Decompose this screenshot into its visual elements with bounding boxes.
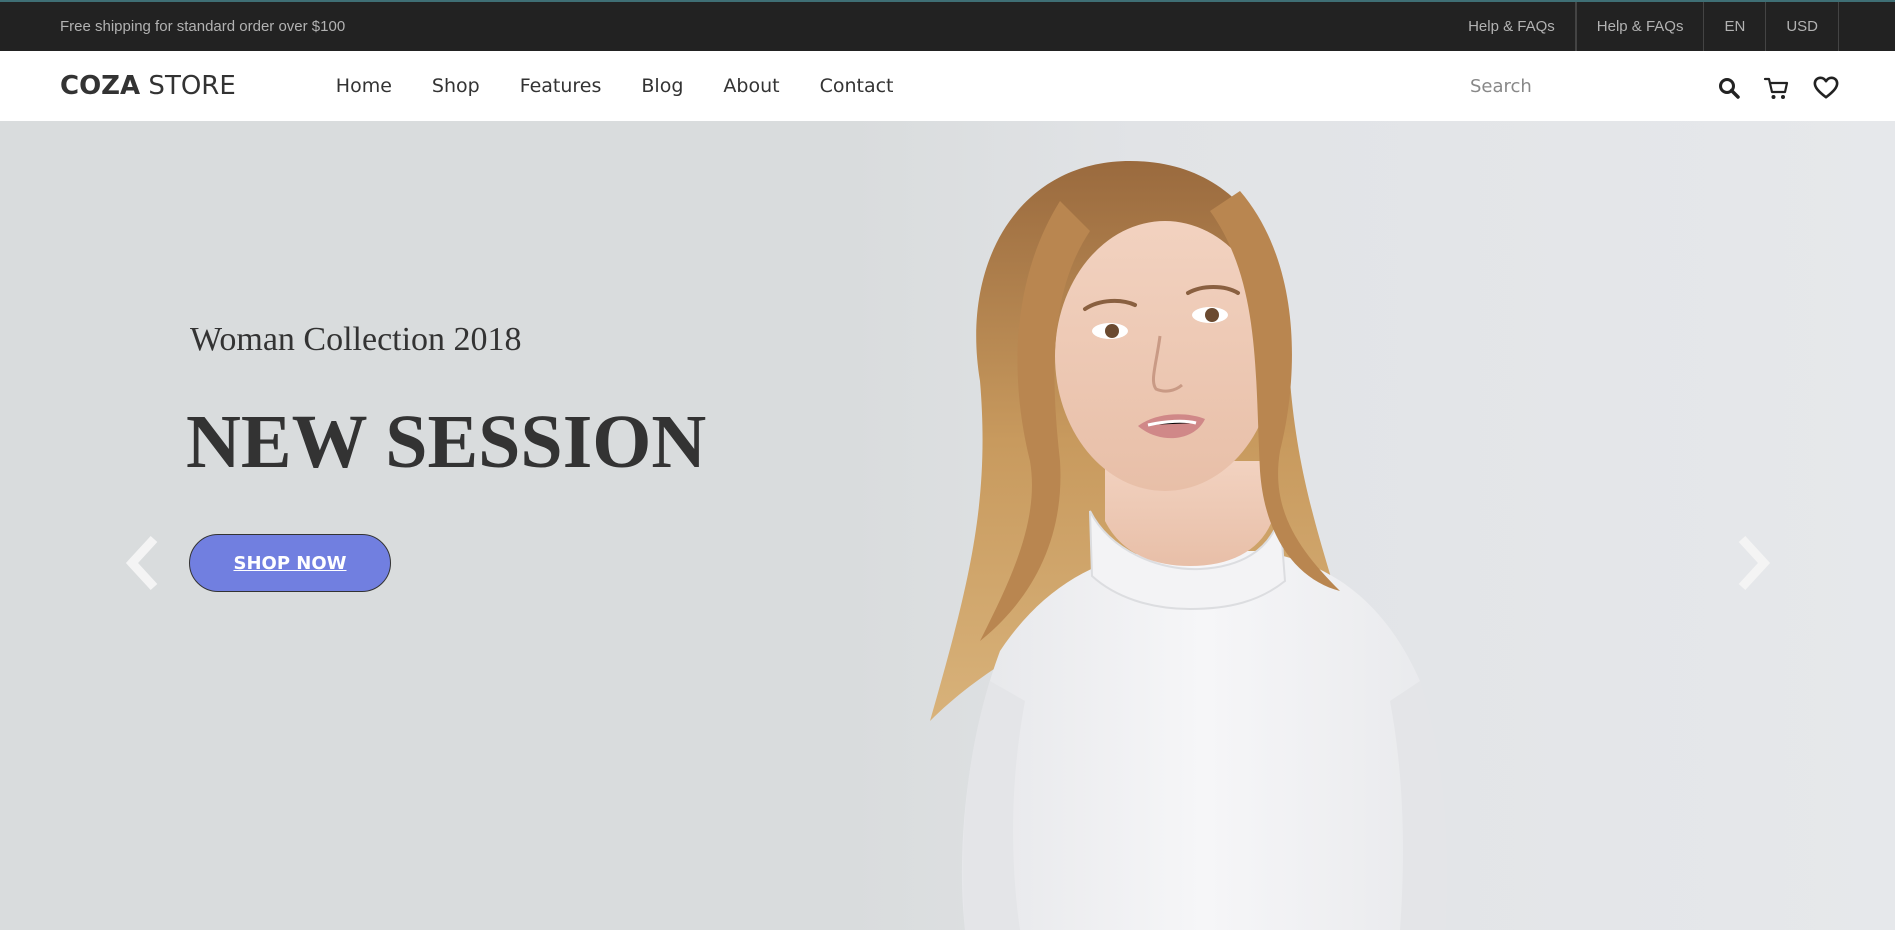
help-faqs-link-2[interactable]: Help & FAQs	[1575, 2, 1705, 51]
hero-slider: Woman Collection 2018 NEW SESSION SHOP N…	[0, 121, 1895, 930]
cart-icon[interactable]	[1763, 75, 1789, 101]
search-input[interactable]	[1470, 68, 1690, 104]
nav-about[interactable]: About	[723, 75, 779, 97]
shipping-notice: Free shipping for standard order over $1…	[60, 18, 346, 35]
hero-title: NEW SESSION	[186, 400, 707, 484]
shop-now-button[interactable]: SHOP NOW	[189, 534, 391, 592]
store-logo[interactable]: COZA STORE	[60, 71, 236, 101]
nav-blog[interactable]: Blog	[641, 75, 683, 97]
nav-features[interactable]: Features	[520, 75, 602, 97]
nav-contact[interactable]: Contact	[820, 75, 894, 97]
nav-home[interactable]: Home	[336, 75, 392, 97]
hero-model-image	[930, 161, 1447, 930]
search-icon[interactable]	[1716, 75, 1742, 101]
top-bar-links: Help & FAQs Help & FAQs EN USD	[1448, 2, 1839, 51]
chevron-left-icon[interactable]	[122, 535, 162, 591]
logo-light-text: STORE	[140, 71, 236, 101]
main-nav: Home Shop Features Blog About Contact	[336, 75, 934, 97]
page: Free shipping for standard order over $1…	[0, 0, 1895, 930]
main-header: COZA STORE Home Shop Features Blog About…	[0, 51, 1895, 121]
currency-selector[interactable]: USD	[1766, 2, 1839, 51]
heart-icon[interactable]	[1813, 75, 1839, 101]
nav-shop[interactable]: Shop	[432, 75, 480, 97]
help-faqs-link[interactable]: Help & FAQs	[1448, 2, 1576, 51]
top-bar: Free shipping for standard order over $1…	[0, 0, 1895, 51]
language-selector[interactable]: EN	[1704, 2, 1767, 51]
logo-bold-text: COZA	[60, 71, 141, 101]
chevron-right-icon[interactable]	[1734, 535, 1774, 591]
hero-subtitle: Woman Collection 2018	[190, 321, 522, 358]
